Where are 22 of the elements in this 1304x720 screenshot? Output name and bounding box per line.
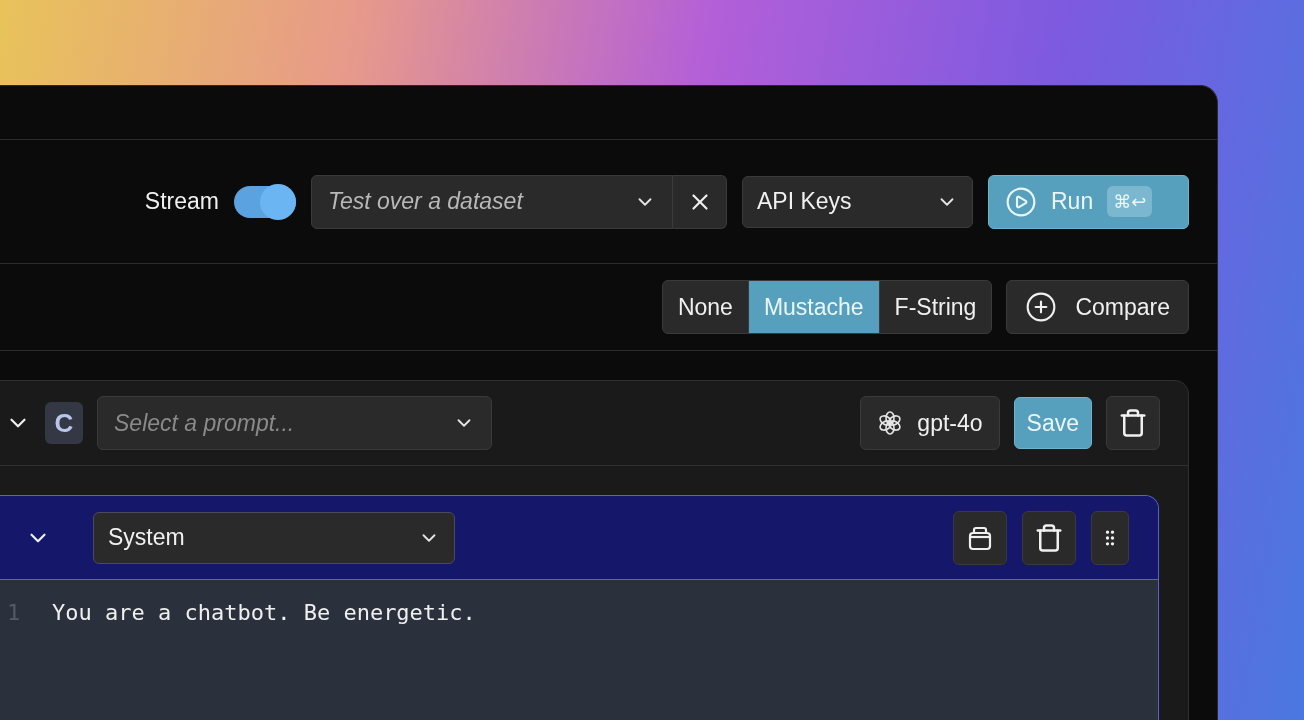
- delete-button[interactable]: [1106, 396, 1160, 450]
- stream-toggle[interactable]: [234, 185, 296, 218]
- plus-circle-icon: [1025, 291, 1058, 323]
- trash-icon: [1118, 408, 1148, 438]
- drag-handle[interactable]: [1091, 510, 1129, 565]
- role-select[interactable]: System: [93, 511, 455, 564]
- template-mode-tab[interactable]: None: [662, 281, 748, 333]
- api-keys-select[interactable]: API Keys: [742, 175, 973, 228]
- template-mode-tab[interactable]: F-String: [878, 281, 992, 333]
- code-line: You are a chatbot. Be energetic.: [52, 599, 476, 627]
- delete-button[interactable]: [1022, 510, 1076, 565]
- trash-icon: [1034, 522, 1064, 553]
- container-button[interactable]: [953, 510, 1007, 565]
- dataset-select[interactable]: Test over a dataset: [311, 174, 673, 229]
- model-button[interactable]: gpt-4o: [860, 396, 1000, 450]
- prompt-badge: C: [45, 402, 83, 444]
- shortcut-hint: ⌘↩: [1107, 186, 1153, 217]
- compare-button[interactable]: Compare: [1006, 280, 1189, 334]
- prompt-select[interactable]: Select a prompt...: [97, 396, 492, 450]
- play-icon: [1005, 185, 1037, 218]
- stream-label: Stream: [144, 187, 219, 217]
- clear-button[interactable]: [673, 174, 727, 229]
